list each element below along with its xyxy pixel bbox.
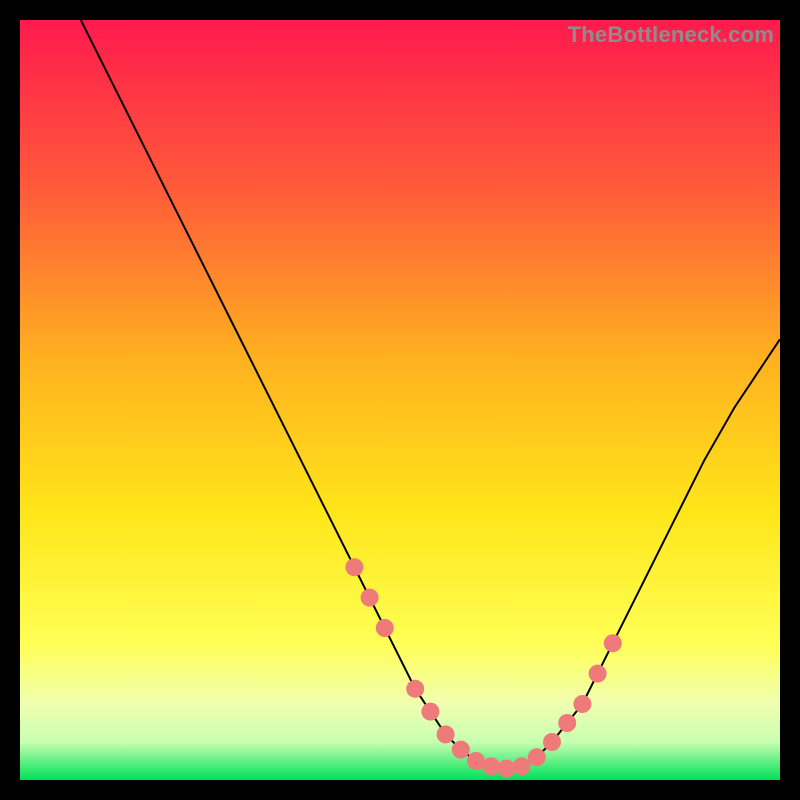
highlight-marker bbox=[421, 703, 439, 721]
highlight-marker bbox=[406, 680, 424, 698]
highlight-marker bbox=[345, 558, 363, 576]
bottleneck-chart bbox=[20, 20, 780, 780]
highlight-marker bbox=[604, 634, 622, 652]
highlight-marker bbox=[361, 589, 379, 607]
highlight-marker bbox=[558, 714, 576, 732]
highlight-marker bbox=[497, 760, 515, 778]
highlight-marker bbox=[528, 748, 546, 766]
highlight-marker bbox=[589, 665, 607, 683]
watermark-label: TheBottleneck.com bbox=[568, 22, 774, 48]
highlight-marker bbox=[437, 725, 455, 743]
highlight-marker bbox=[573, 695, 591, 713]
highlight-marker bbox=[482, 757, 500, 775]
highlight-marker bbox=[543, 733, 561, 751]
gradient-background bbox=[20, 20, 780, 780]
highlight-marker bbox=[513, 757, 531, 775]
highlight-marker bbox=[376, 619, 394, 637]
highlight-marker bbox=[452, 741, 470, 759]
chart-frame: TheBottleneck.com bbox=[20, 20, 780, 780]
